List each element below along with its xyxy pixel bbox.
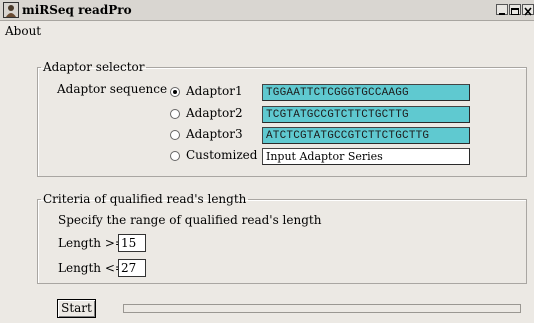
adaptor-sequence-label: Adaptor sequence <box>57 82 168 96</box>
min-length-label: Length >= <box>58 236 125 250</box>
radio-customized-label: Customized <box>186 148 258 162</box>
min-length-input[interactable]: 15 <box>118 234 146 252</box>
app-icon <box>3 2 19 18</box>
custom-adaptor-input[interactable]: Input Adaptor Series <box>262 148 470 165</box>
menu-bar: About <box>0 20 534 40</box>
minimize-icon <box>499 13 505 15</box>
radio-button[interactable] <box>170 130 180 140</box>
minimize-button[interactable] <box>496 4 508 15</box>
start-button[interactable]: Start <box>57 299 96 318</box>
radio-adaptor1[interactable]: Adaptor1 <box>170 84 260 100</box>
menu-about[interactable]: About <box>5 24 41 38</box>
adaptor3-sequence-field[interactable]: ATCTCGTATGCCGTCTTCTGCTTG <box>262 127 470 144</box>
close-button[interactable] <box>522 4 534 16</box>
radio-button[interactable] <box>170 87 180 97</box>
maximize-button[interactable] <box>509 4 521 15</box>
radio-customized[interactable]: Customized <box>170 148 262 164</box>
adaptor2-sequence-field[interactable]: TCGTATGCCGTCTTCTGCTTG <box>262 106 470 123</box>
criteria-instruction: Specify the range of qualified read's le… <box>58 213 322 227</box>
close-icon <box>524 7 532 16</box>
adaptor1-sequence-field[interactable]: TGGAATTCTCGGGTGCCAAGG <box>262 84 470 101</box>
progress-bar <box>123 304 521 313</box>
radio-button[interactable] <box>170 151 180 161</box>
radio-adaptor2[interactable]: Adaptor2 <box>170 106 260 122</box>
max-length-label: Length <= <box>58 261 125 275</box>
radio-adaptor1-label: Adaptor1 <box>186 84 243 98</box>
radio-adaptor2-label: Adaptor2 <box>186 106 243 120</box>
adaptor-selector-legend: Adaptor selector <box>43 60 145 74</box>
window-title: miRSeq readPro <box>22 3 132 17</box>
radio-adaptor3-label: Adaptor3 <box>186 127 243 141</box>
maximize-icon <box>511 8 519 15</box>
read-length-criteria-legend: Criteria of qualified read's length <box>43 192 247 206</box>
max-length-input[interactable]: 27 <box>118 259 146 277</box>
radio-button[interactable] <box>170 109 180 119</box>
title-bar[interactable]: miRSeq readPro <box>0 0 534 21</box>
radio-adaptor3[interactable]: Adaptor3 <box>170 127 260 143</box>
